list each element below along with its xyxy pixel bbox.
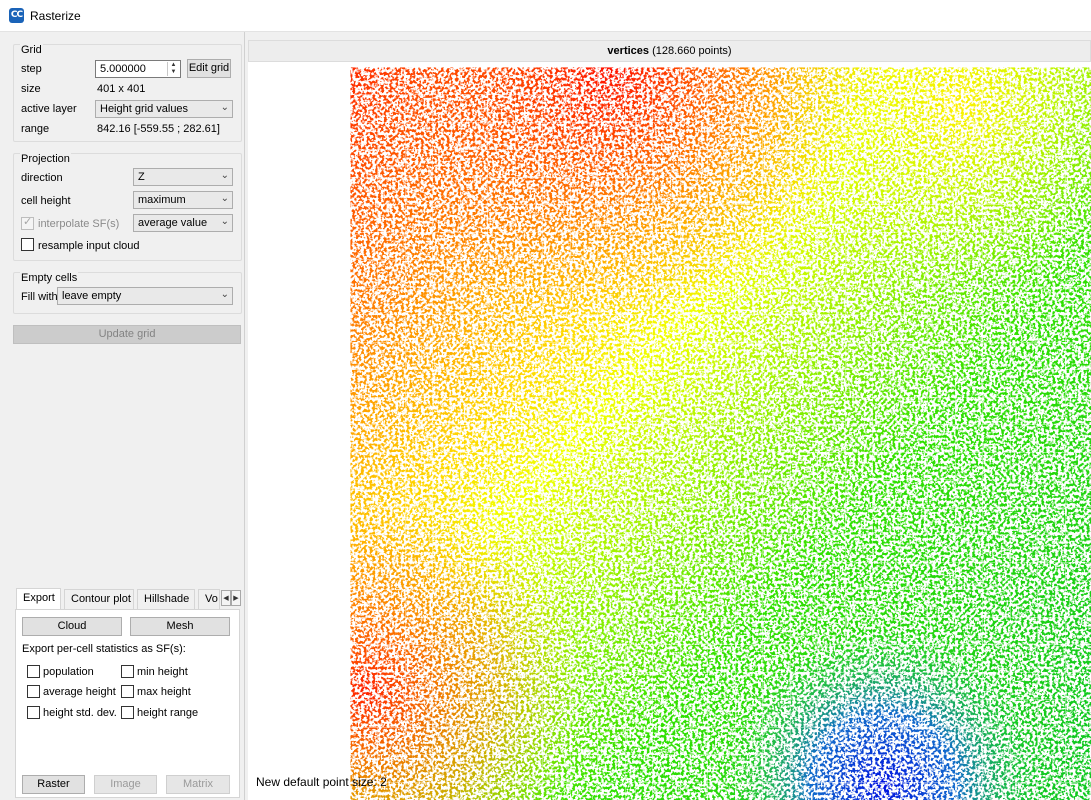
grid-group-title: Grid: [20, 44, 43, 56]
cloud-button[interactable]: Cloud: [22, 617, 122, 636]
range-label: range: [21, 123, 50, 135]
tab-volume[interactable]: Vo: [198, 589, 220, 610]
size-value: 401 x 401: [97, 83, 146, 95]
cell-height-value: maximum: [138, 194, 186, 206]
range-value: 842.16 [-559.55 ; 282.61]: [97, 123, 220, 135]
tab-scroll-right-icon[interactable]: ▶: [231, 590, 241, 606]
resample-label: resample input cloud: [38, 240, 140, 252]
min-height-checkbox[interactable]: [121, 665, 134, 678]
max-height-label: max height: [137, 686, 191, 698]
empty-cells-group-title: Empty cells: [20, 272, 79, 284]
chevron-down-icon: ⌄: [220, 193, 229, 204]
tab-export[interactable]: Export: [16, 588, 61, 610]
interpolate-label: interpolate SF(s): [38, 218, 120, 230]
fill-with-value: leave empty: [62, 290, 122, 302]
chevron-down-icon: ⌄: [220, 216, 229, 227]
view-subtitle: (128.660 points): [652, 45, 732, 57]
max-height-checkbox[interactable]: [121, 685, 134, 698]
tab-hillshade[interactable]: Hillshade: [137, 589, 195, 610]
interpolate-value: average value: [138, 217, 208, 229]
stats-label: Export per-cell statistics as SF(s):: [22, 643, 186, 655]
population-label: population: [43, 666, 94, 678]
step-label: step: [21, 63, 42, 75]
interpolate-select[interactable]: average value ⌄: [133, 214, 233, 232]
panel-divider: [244, 32, 245, 800]
window-title: Rasterize: [30, 9, 81, 23]
active-layer-value: Height grid values: [100, 103, 189, 115]
spin-arrows-icon[interactable]: ▲ ▼: [167, 62, 179, 76]
chevron-down-icon: ⌄: [220, 289, 229, 300]
view-title: vertices: [607, 45, 650, 57]
resample-checkbox[interactable]: [21, 238, 34, 251]
projection-group-title: Projection: [20, 153, 71, 165]
average-height-checkbox[interactable]: [27, 685, 40, 698]
export-tab-pane: [15, 609, 240, 798]
cell-height-select[interactable]: maximum ⌄: [133, 191, 233, 209]
active-layer-label: active layer: [21, 103, 77, 115]
step-spinbox[interactable]: 5.000000 ▲ ▼: [95, 60, 181, 78]
status-message: New default point size: 2: [256, 775, 387, 789]
update-grid-button[interactable]: Update grid: [13, 325, 241, 344]
min-height-label: min height: [137, 666, 188, 678]
view-header: vertices (128.660 points): [248, 40, 1091, 62]
tab-contour-plot[interactable]: Contour plot: [64, 589, 134, 610]
chevron-down-icon: ⌄: [220, 102, 229, 113]
image-button[interactable]: Image: [94, 775, 157, 794]
matrix-button[interactable]: Matrix: [166, 775, 230, 794]
fill-with-label: Fill with: [21, 291, 58, 303]
height-raster-image[interactable]: [350, 67, 1091, 800]
interpolate-checkbox[interactable]: [21, 215, 34, 230]
cell-height-label: cell height: [21, 195, 71, 207]
cloudcompare-icon: CC: [9, 8, 24, 23]
height-range-checkbox[interactable]: [121, 706, 134, 719]
mesh-button[interactable]: Mesh: [130, 617, 230, 636]
active-layer-select[interactable]: Height grid values ⌄: [95, 100, 233, 118]
height-std-dev-checkbox[interactable]: [27, 706, 40, 719]
height-range-label: height range: [137, 707, 199, 719]
height-std-dev-label: height std. dev.: [43, 707, 117, 719]
direction-select[interactable]: Z ⌄: [133, 168, 233, 186]
chevron-down-icon: ⌄: [220, 170, 229, 181]
tab-scroll-left-icon[interactable]: ◀: [221, 590, 231, 606]
average-height-label: average height: [43, 686, 116, 698]
direction-label: direction: [21, 172, 63, 184]
raster-button[interactable]: Raster: [22, 775, 85, 794]
title-bar: CC Rasterize: [0, 0, 1091, 32]
fill-with-select[interactable]: leave empty ⌄: [57, 287, 233, 305]
edit-grid-button[interactable]: Edit grid: [187, 59, 231, 78]
direction-value: Z: [138, 171, 145, 183]
population-checkbox[interactable]: [27, 665, 40, 678]
size-label: size: [21, 83, 41, 95]
step-value: 5.000000: [100, 63, 146, 75]
